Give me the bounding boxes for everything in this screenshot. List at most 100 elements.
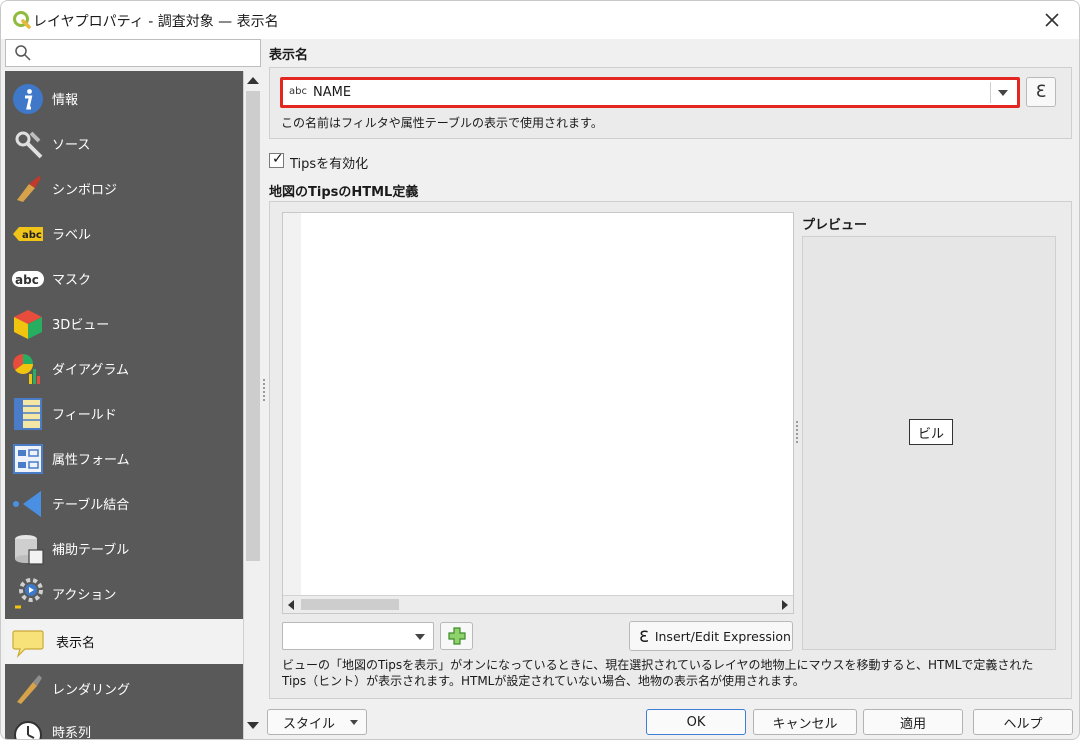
chevron-down-icon[interactable] xyxy=(415,634,425,640)
checkmark-icon: ✓ xyxy=(272,151,284,167)
scroll-down-arrow-icon[interactable] xyxy=(247,722,259,729)
sidebar-item-mask[interactable]: abc マスク xyxy=(5,256,243,301)
sidebar-item-temporal[interactable]: 時系列 xyxy=(5,709,243,740)
sidebar-item-label: ラベル xyxy=(52,228,92,243)
close-button[interactable] xyxy=(1039,7,1065,33)
sidebar-item-label: 補助テーブル xyxy=(52,543,130,558)
editor-horizontal-scrollbar[interactable] xyxy=(283,595,793,613)
sidebar-item-label: 属性フォーム xyxy=(52,453,130,468)
sidebar-item-label: 情報 xyxy=(52,93,79,108)
help-label: ヘルプ xyxy=(1003,716,1043,732)
cancel-label: キャンセル xyxy=(772,716,838,732)
scrollbar-thumb[interactable] xyxy=(246,91,260,561)
sidebar-item-label: ダイアグラム xyxy=(52,363,129,378)
sidebar-item-actions[interactable]: アクション xyxy=(5,571,243,616)
sidebar-item-label: テーブル結合 xyxy=(52,498,130,513)
sidebar-item-display[interactable]: 表示名 xyxy=(5,619,243,664)
sidebar-splitter-handle[interactable] xyxy=(263,379,265,401)
mask-icon: abc xyxy=(12,270,44,287)
expression-icon: ℇ xyxy=(1035,82,1047,102)
insert-edit-expression-button[interactable]: ℇ Insert/Edit Expression xyxy=(629,621,793,651)
sidebar-item-label: マスク xyxy=(52,273,92,288)
sidebar-item-attributes-form[interactable]: 属性フォーム xyxy=(5,436,243,481)
diagram-icon xyxy=(12,353,40,384)
sidebar-item-rendering[interactable]: レンダリング xyxy=(5,666,243,711)
preview-value: ビル xyxy=(909,419,954,445)
sidebar-scrollbar[interactable] xyxy=(243,71,261,739)
apply-label: 適用 xyxy=(899,716,926,732)
expression-icon: ℇ xyxy=(639,626,649,646)
3d-view-icon xyxy=(14,309,42,339)
expression-button[interactable]: ℇ xyxy=(1026,77,1056,107)
enable-tips-checkbox[interactable]: ✓ xyxy=(269,151,284,168)
field-select-combo[interactable] xyxy=(282,622,434,650)
symbology-icon xyxy=(17,175,41,202)
insert-edit-expression-label: Insert/Edit Expression xyxy=(654,628,791,644)
scroll-right-arrow-icon[interactable] xyxy=(782,600,788,610)
search-field[interactable] xyxy=(5,39,261,67)
sidebar-item-symbology[interactable]: シンボロジ xyxy=(5,166,243,211)
html-editor[interactable] xyxy=(282,212,794,614)
cancel-button[interactable]: キャンセル xyxy=(753,709,857,735)
chevron-down-icon xyxy=(350,720,358,725)
scrollbar-thumb[interactable] xyxy=(301,599,399,610)
joins-icon xyxy=(13,490,41,517)
ok-button[interactable]: OK xyxy=(646,709,746,735)
sidebar-item-label: フィールド xyxy=(52,408,117,423)
search-icon xyxy=(15,45,31,61)
scroll-up-arrow-icon[interactable] xyxy=(247,77,259,84)
insert-field-button[interactable] xyxy=(440,622,473,650)
sidebar: 情報 ソース シンボロジ abc ラベル abc マスク 3Dビュー ダイアグラ… xyxy=(5,71,243,740)
sidebar-item-label: 3Dビュー xyxy=(52,318,110,333)
plus-icon xyxy=(448,627,466,645)
search-input[interactable] xyxy=(36,43,256,63)
fields-icon xyxy=(14,397,42,430)
sidebar-item-diagram[interactable]: ダイアグラム xyxy=(5,346,243,391)
display-field-hint: この名前はフィルタや属性テーブルの表示で使用されます。 xyxy=(281,116,603,130)
svg-text:abc: abc xyxy=(22,230,42,241)
layer-properties-dialog: レイヤプロパティ - 調査対象 — 表示名 情報 ソース シンボロジ abc ラ… xyxy=(0,0,1080,740)
info-icon xyxy=(13,83,43,114)
sidebar-item-label: アクション xyxy=(52,588,117,603)
window-title: レイヤプロパティ - 調査対象 — 表示名 xyxy=(33,14,279,30)
line-number-gutter xyxy=(283,213,301,595)
attributes-form-icon xyxy=(13,443,43,474)
html-definition-header: 地図のTipsのHTML定義 xyxy=(269,185,419,200)
labels-icon: abc xyxy=(13,226,43,241)
svg-text:abc: abc xyxy=(15,273,39,287)
enable-tips-label: Tipsを有効化 xyxy=(290,157,369,172)
scroll-left-arrow-icon[interactable] xyxy=(288,600,294,610)
sidebar-item-label: シンボロジ xyxy=(52,183,118,198)
sidebar-item-fields[interactable]: フィールド xyxy=(5,391,243,436)
chevron-down-icon[interactable] xyxy=(998,90,1008,96)
rendering-icon xyxy=(17,674,42,704)
qgis-logo-icon xyxy=(13,11,31,29)
display-name-header: 表示名 xyxy=(269,48,309,63)
auxiliary-storage-icon xyxy=(15,534,44,565)
display-field-value: NAME xyxy=(313,85,352,100)
display-icon xyxy=(12,629,44,658)
style-dropdown-button[interactable]: スタイル xyxy=(267,709,367,735)
sidebar-item-information[interactable]: 情報 xyxy=(5,76,243,121)
sidebar-item-3d-view[interactable]: 3Dビュー xyxy=(5,301,243,346)
sidebar-item-auxiliary-storage[interactable]: 補助テーブル xyxy=(5,526,243,571)
sidebar-item-joins[interactable]: テーブル結合 xyxy=(5,481,243,526)
source-icon xyxy=(15,131,43,158)
splitter-handle[interactable] xyxy=(796,421,798,443)
title-bar: レイヤプロパティ - 調査対象 — 表示名 xyxy=(1,1,1079,39)
sidebar-item-source[interactable]: ソース xyxy=(5,121,243,166)
display-field-combo[interactable]: abc NAME xyxy=(280,77,1020,108)
sidebar-item-label: レンダリング xyxy=(52,683,131,698)
sidebar-item-labels[interactable]: abc ラベル xyxy=(5,211,243,256)
sidebar-item-label: 表示名 xyxy=(56,636,96,651)
ok-label: OK xyxy=(686,714,706,730)
temporal-icon xyxy=(14,720,42,739)
sidebar-item-label: 時系列 xyxy=(52,726,92,740)
help-button[interactable]: ヘルプ xyxy=(973,709,1073,735)
apply-button[interactable]: 適用 xyxy=(863,709,963,735)
tips-info-text: ビューの「地図のTipsを表示」がオンになっているときに、現在選択されているレイ… xyxy=(282,658,1034,688)
preview-label: プレビュー xyxy=(802,218,868,233)
style-label: スタイル xyxy=(282,716,335,732)
sidebar-item-label: ソース xyxy=(52,138,91,153)
string-type-badge: abc xyxy=(289,86,307,97)
